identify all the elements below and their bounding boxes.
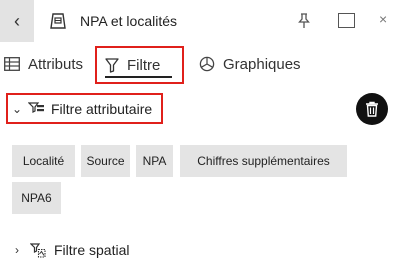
window-title: NPA et localités [80,13,178,29]
tab-graphiques[interactable]: Graphiques [199,46,301,82]
pie-chart-icon [199,56,215,72]
chevron-down-icon: ⌄ [12,101,23,116]
layer-table-icon [50,13,66,29]
funnel-icon [105,57,119,73]
maximize-icon[interactable] [338,13,355,28]
tab-attributs[interactable]: Attributs [4,46,83,82]
field-chip[interactable]: NPA [136,145,173,177]
chip-label: NPA6 [21,191,52,205]
field-chip[interactable]: NPA6 [12,182,61,214]
delete-filter-button[interactable] [356,93,388,125]
attribute-filter-header[interactable]: ⌄ Filtre attributaire [6,93,163,124]
trash-icon [366,101,378,117]
close-icon[interactable]: × [379,11,387,27]
table-icon [4,57,20,71]
spatial-filter-header[interactable]: › Filtre spatial [12,238,129,262]
tab-label: Filtre [127,56,161,74]
field-chip[interactable]: Localité [12,145,75,177]
back-button[interactable]: ‹ [0,0,34,42]
tab-label: Graphiques [223,55,301,73]
chip-label: NPA [142,154,167,168]
attribute-filter-icon [28,101,44,113]
spatial-filter-icon [30,242,46,258]
chip-label: Source [86,154,125,168]
section-label: Filtre attributaire [51,100,153,117]
tab-label: Attributs [28,55,84,73]
tab-filtre[interactable]: Filtre [95,46,184,84]
chip-label: Localité [22,154,65,168]
chevron-right-icon: › [15,243,19,257]
active-tab-indicator [105,76,172,78]
field-chip[interactable]: Chiffres supplémentaires [180,145,347,177]
section-label: Filtre spatial [54,242,130,258]
window-titlebar: ‹ NPA et localités × [0,0,409,42]
chevron-left-icon: ‹ [14,10,20,31]
pin-icon[interactable] [296,13,312,29]
field-chip[interactable]: Source [81,145,130,177]
chip-label: Chiffres supplémentaires [197,154,330,168]
